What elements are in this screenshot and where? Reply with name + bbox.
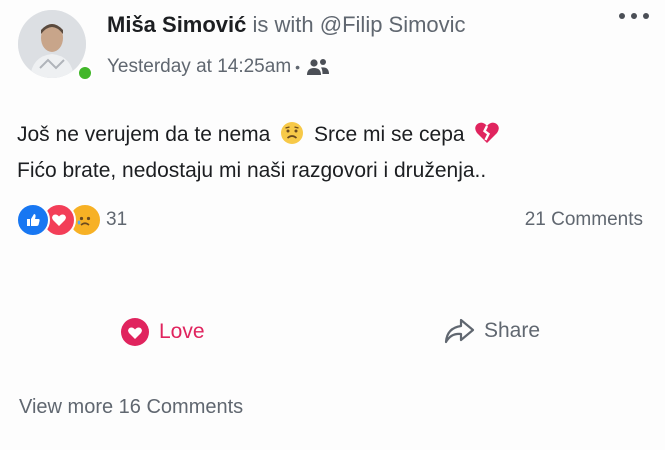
- share-button-label: Share: [484, 319, 541, 342]
- more-options-button[interactable]: [619, 6, 649, 26]
- post-body: Još ne verujem da te nema Srce mi se cep…: [17, 117, 504, 189]
- share-button[interactable]: Share: [443, 317, 540, 345]
- post-line-2: Fićo brate, nedostaju mi naši razgovori …: [17, 159, 487, 182]
- friends-icon[interactable]: [306, 58, 330, 76]
- like-reaction-icon: [16, 203, 50, 237]
- post-line-1: Još ne verujem da te nema Srce mi se cep…: [17, 117, 504, 153]
- post-text-part: Još ne verujem da te nema: [17, 123, 271, 146]
- share-icon: [444, 318, 475, 344]
- more-dot: [643, 13, 649, 19]
- avatar[interactable]: [18, 10, 86, 78]
- love-button-label: Love: [159, 320, 205, 343]
- more-dot: [619, 13, 625, 19]
- view-more-comments-link[interactable]: View more 16 Comments: [19, 396, 243, 419]
- tagged-user[interactable]: @Filip Simovic: [320, 12, 466, 37]
- reaction-count: 31: [106, 209, 128, 230]
- online-status-indicator: [77, 65, 93, 81]
- author-name[interactable]: Miša Simović: [107, 12, 246, 37]
- meta-separator: •: [295, 59, 301, 75]
- post-header-title: Miša Simović is with @Filip Simovic: [107, 12, 466, 38]
- reactions-summary[interactable]: 31: [16, 203, 127, 237]
- post-timestamp[interactable]: Yesterday at 14:25am: [107, 56, 291, 78]
- avatar-photo-icon: [18, 10, 86, 78]
- post-meta: Yesterday at 14:25am •: [107, 56, 330, 78]
- comments-count[interactable]: 21 Comments: [525, 209, 643, 231]
- love-icon: [121, 318, 149, 346]
- more-dot: [631, 13, 637, 19]
- post-text-part: Srce mi se cepa: [314, 123, 465, 146]
- with-text: is with: [252, 12, 314, 37]
- love-button[interactable]: Love: [120, 317, 205, 347]
- broken-heart-emoji: [475, 122, 500, 143]
- sad-face-emoji: [281, 122, 304, 144]
